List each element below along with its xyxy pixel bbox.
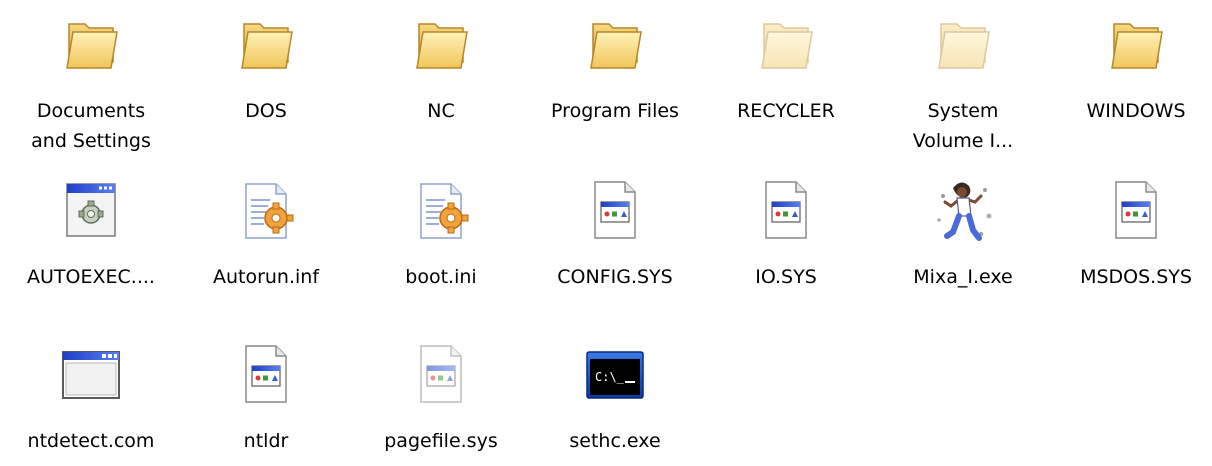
desktop-item-boot-ini[interactable]: boot.ini [355, 176, 527, 292]
item-label: Mixa_I.exe [913, 266, 1013, 288]
desktop-item-sethc-exe[interactable]: C:\_ sethc.exe [529, 340, 701, 456]
system-file-icon [1100, 176, 1172, 248]
desktop-item-config-sys[interactable]: CONFIG.SYS [529, 176, 701, 292]
application-window-icon [55, 340, 127, 412]
item-label: MSDOS.SYS [1080, 266, 1192, 288]
item-label: Documents and Settings [31, 100, 151, 152]
item-label: sethc.exe [569, 430, 661, 452]
item-label: Autorun.inf [212, 266, 320, 288]
settings-file-icon [230, 176, 302, 248]
folder-icon [55, 10, 127, 82]
item-label: System Volume I... [912, 100, 1014, 152]
desktop-item-msdos-sys[interactable]: MSDOS.SYS [1050, 176, 1212, 292]
desktop-item-program-files[interactable]: Program Files [529, 10, 701, 126]
folder-icon [230, 10, 302, 82]
item-label: DOS [245, 100, 287, 122]
desktop-item-autoexec[interactable]: AUTOEXEC.... [5, 176, 177, 292]
system-file-icon [750, 176, 822, 248]
desktop-item-documents-and-settings[interactable]: Documents and Settings [5, 10, 177, 156]
command-prompt-icon: C:\_ [579, 340, 651, 412]
system-file-icon [579, 176, 651, 248]
folder-icon [1100, 10, 1172, 82]
desktop-item-autorun-inf[interactable]: Autorun.inf [180, 176, 352, 292]
desktop-item-system-volume-information[interactable]: System Volume I... [877, 10, 1049, 156]
item-label: ntldr [243, 430, 289, 452]
desktop-item-ntldr[interactable]: ntldr [180, 340, 352, 456]
desktop-icon-grid: Documents and Settings DOS NC Program Fi… [0, 0, 1212, 466]
folder-icon [579, 10, 651, 82]
batch-file-icon [55, 176, 127, 248]
item-label: boot.ini [405, 266, 477, 288]
desktop-item-dos[interactable]: DOS [180, 10, 352, 126]
desktop-item-mixa-i-exe[interactable]: Mixa_I.exe [877, 176, 1049, 292]
system-file-icon [230, 340, 302, 412]
item-label: WINDOWS [1086, 100, 1186, 122]
hidden-folder-icon [927, 10, 999, 82]
item-label: AUTOEXEC.... [27, 266, 155, 288]
hidden-folder-icon [750, 10, 822, 82]
item-label: CONFIG.SYS [557, 266, 673, 288]
desktop-item-ntdetect-com[interactable]: ntdetect.com [5, 340, 177, 456]
desktop-item-pagefile-sys[interactable]: pagefile.sys [355, 340, 527, 456]
item-label: IO.SYS [755, 266, 817, 288]
item-label: Program Files [551, 100, 679, 122]
settings-file-icon [405, 176, 477, 248]
folder-icon [405, 10, 477, 82]
item-label: NC [427, 100, 455, 122]
item-label: RECYCLER [737, 100, 835, 122]
desktop-item-nc[interactable]: NC [355, 10, 527, 126]
desktop-item-io-sys[interactable]: IO.SYS [700, 176, 872, 292]
svg-text:C:\_: C:\_ [595, 370, 625, 384]
desktop-item-windows[interactable]: WINDOWS [1050, 10, 1212, 126]
dancer-program-icon [927, 176, 999, 248]
item-label: ntdetect.com [27, 430, 155, 452]
item-label: pagefile.sys [384, 430, 498, 452]
hidden-system-file-icon [405, 340, 477, 412]
desktop-item-recycler[interactable]: RECYCLER [700, 10, 872, 126]
